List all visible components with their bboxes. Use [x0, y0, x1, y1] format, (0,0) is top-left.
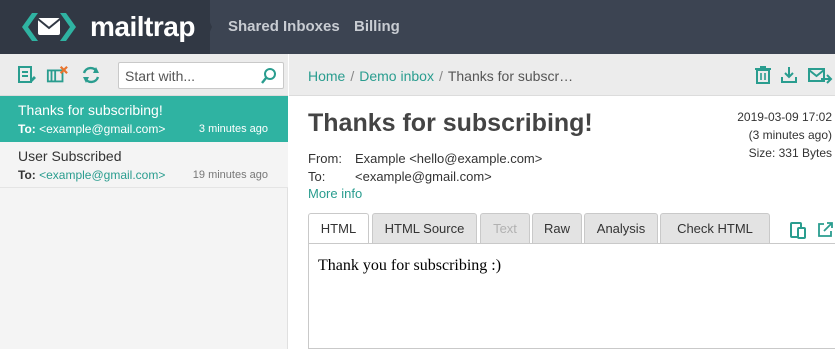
- tab-html[interactable]: HTML: [308, 213, 369, 244]
- top-navbar: mailtrap Shared Inboxes Billing: [0, 0, 835, 54]
- message-title: Thanks for subscribing!: [308, 109, 593, 137]
- tab-analysis[interactable]: Analysis: [584, 213, 658, 244]
- message-subject: User Subscribed: [18, 148, 122, 164]
- forward-icon[interactable]: [807, 65, 833, 85]
- clear-inbox-icon[interactable]: [46, 64, 68, 86]
- mailtrap-logo-icon: [22, 13, 76, 41]
- message-date: 2019-03-09 17:02: [737, 110, 832, 124]
- to-label: To:: [308, 169, 326, 184]
- message-relative-time: (3 minutes ago): [748, 128, 832, 142]
- message-list-toolbar: [0, 54, 288, 96]
- nav-shared-inboxes[interactable]: Shared Inboxes: [228, 18, 340, 35]
- device-preview-icon[interactable]: [789, 221, 807, 239]
- message-list-pane: Thanks for subscribing! To: <example@gma…: [0, 54, 288, 349]
- message-time: 3 minutes ago: [198, 123, 268, 135]
- brand-chevron: [200, 0, 212, 54]
- to-value: <example@gmail.com>: [355, 169, 492, 184]
- message-toolbar: Home / Demo inbox / Thanks for subscr…: [289, 54, 835, 96]
- message-time: 19 minutes ago: [192, 169, 268, 181]
- message-list-item[interactable]: Thanks for subscribing! To: <example@gma…: [0, 96, 288, 142]
- message-recipient: To: <example@gmail.com>: [18, 168, 166, 182]
- breadcrumb-current: Thanks for subscr…: [447, 68, 574, 84]
- delete-icon[interactable]: [753, 65, 773, 85]
- tab-text[interactable]: Text: [480, 213, 530, 244]
- message-list-item[interactable]: User Subscribed To: <example@gmail.com> …: [0, 142, 288, 188]
- tab-check-html[interactable]: Check HTML: [660, 213, 770, 244]
- download-icon[interactable]: [779, 65, 799, 85]
- tab-html-source[interactable]: HTML Source: [372, 213, 477, 244]
- open-external-icon[interactable]: [816, 221, 834, 239]
- message-subject: Thanks for subscribing!: [18, 102, 163, 118]
- breadcrumb: Home / Demo inbox / Thanks for subscr…: [308, 68, 574, 84]
- message-body-frame: Thank you for subscribing :): [308, 243, 835, 349]
- from-value: Example <hello@example.com>: [355, 151, 543, 166]
- search-input[interactable]: [125, 66, 260, 86]
- to-row: To: <example@gmail.com>: [308, 169, 492, 184]
- brand-name: mailtrap: [90, 11, 195, 42]
- brand-area[interactable]: mailtrap: [0, 0, 210, 54]
- more-info-link[interactable]: More info: [308, 186, 362, 201]
- message-search: [118, 62, 284, 89]
- breadcrumb-inbox[interactable]: Demo inbox: [359, 68, 434, 84]
- message-body: Thank you for subscribing :): [318, 257, 502, 274]
- tab-raw[interactable]: Raw: [532, 213, 582, 244]
- message-meta: 2019-03-09 17:02 (3 minutes ago) Size: 3…: [737, 108, 832, 162]
- refresh-icon[interactable]: [80, 64, 102, 86]
- from-label: From:: [308, 151, 342, 166]
- mark-as-read-icon[interactable]: [16, 64, 38, 86]
- nav-billing[interactable]: Billing: [354, 18, 400, 35]
- message-recipient: To: <example@gmail.com>: [18, 122, 166, 136]
- breadcrumb-home[interactable]: Home: [308, 68, 345, 84]
- from-row: From: Example <hello@example.com>: [308, 151, 542, 166]
- message-size: Size: 331 Bytes: [748, 146, 832, 160]
- search-icon[interactable]: [260, 67, 278, 85]
